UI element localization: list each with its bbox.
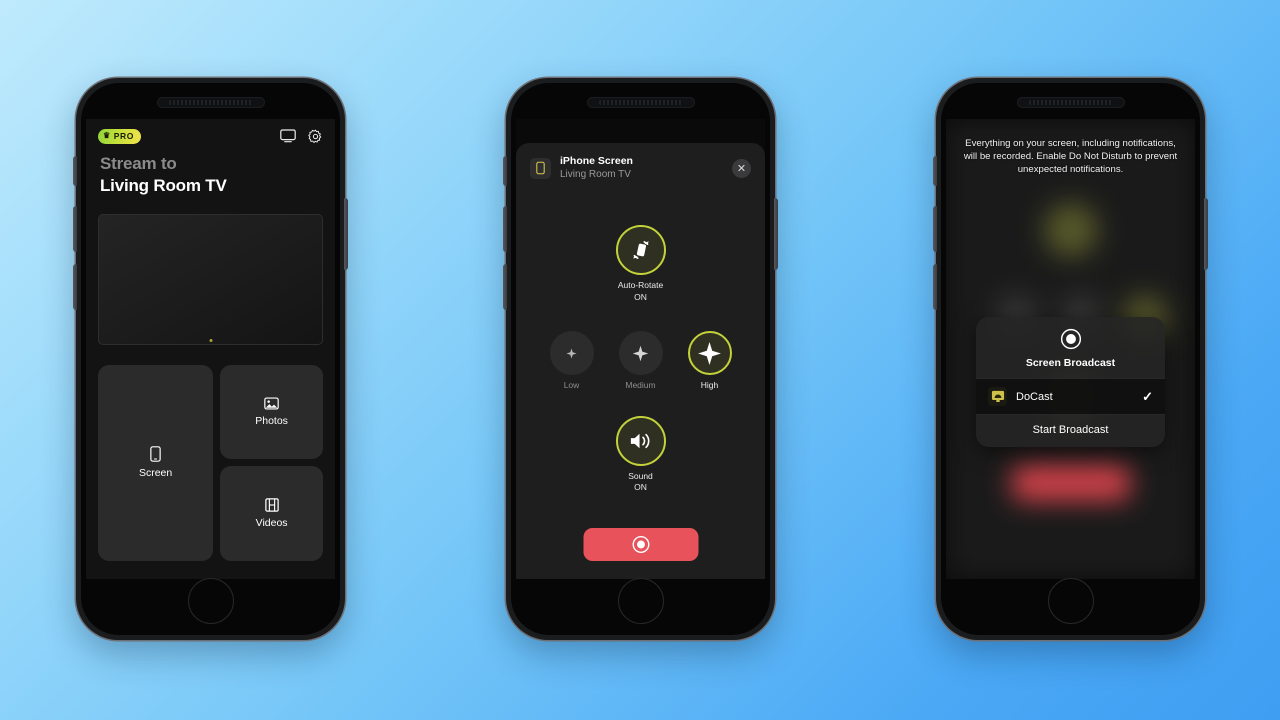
phone-icon [150,446,161,463]
earpiece-speaker [586,97,695,108]
tv-led-indicator [209,338,212,342]
tile-screen[interactable]: Screen [98,364,214,561]
phone-side-button-volume-up[interactable] [73,206,77,252]
home-button[interactable] [187,578,234,624]
app-home-screen: ♛ PRO Stream to Living Room TV Screen Ph… [86,119,335,579]
quality-medium-label: Medium [625,380,656,391]
record-button[interactable] [583,528,698,561]
mirroring-control-screen: iPhone Screen Living Room TV ✕ Auto-Rota… [516,119,765,579]
close-icon[interactable]: ✕ [732,158,751,178]
quality-high-button[interactable] [687,331,732,376]
earpiece-speaker [1016,97,1125,108]
phone-side-button-volume-up[interactable] [933,206,937,252]
auto-rotate-button[interactable] [615,225,666,276]
blurred-record-button [1011,465,1130,501]
tile-videos-label: Videos [255,517,288,530]
tile-photos[interactable]: Photos [220,364,323,460]
quality-option-medium[interactable]: Medium [618,331,663,391]
quality-option-low[interactable]: Low [549,331,594,391]
screen-broadcast-dialog: Screen Broadcast DoCast ✓ Start Broadcas… [976,317,1165,447]
quality-option-high[interactable]: High [687,331,732,391]
sound-control[interactable]: Sound ON [530,415,751,494]
page-title: Stream to Living Room TV [86,149,335,198]
broadcast-permission-screen: Everything on your screen, including not… [946,119,1195,579]
photo-icon [264,397,279,410]
phone-center-body: iPhone Screen Living Room TV ✕ Auto-Rota… [511,83,770,635]
gear-icon[interactable] [308,129,323,144]
sheet-title-group: iPhone Screen Living Room TV [560,155,723,181]
stream-to-label: Stream to [100,154,177,173]
crown-icon: ♛ [103,131,111,140]
source-tiles-column: Photos Videos [220,364,323,561]
tile-photos-label: Photos [255,415,288,428]
sheet-subtitle: Living Room TV [560,169,631,181]
tv-preview[interactable] [98,213,323,345]
pro-badge[interactable]: ♛ PRO [98,128,142,144]
phone-side-button-mute[interactable] [503,156,507,186]
phone-side-button-power[interactable] [1204,198,1208,270]
quality-low-label: Low [563,380,580,391]
sound-value: ON [634,482,647,492]
blurred-auto-rotate [1043,203,1098,257]
auto-rotate-control[interactable]: Auto-Rotate ON [530,225,751,303]
app-top-bar: ♛ PRO [86,119,335,149]
tv-icon[interactable] [280,129,296,143]
phone-side-button-volume-up[interactable] [503,206,507,252]
phone-side-button-power[interactable] [344,198,348,270]
film-icon [264,498,279,512]
tile-videos[interactable]: Videos [220,466,323,561]
phone-right-body: Everything on your screen, including not… [941,83,1200,635]
sparkle-icon [697,341,722,366]
phone-side-button-mute[interactable] [73,156,77,186]
record-icon [631,535,650,554]
broadcast-notice: Everything on your screen, including not… [963,138,1178,176]
phone-side-button-volume-down[interactable] [933,264,937,310]
sound-button[interactable] [615,415,666,466]
phone-side-button-volume-down[interactable] [73,264,77,310]
start-broadcast-button[interactable]: Start Broadcast [976,415,1165,447]
quality-selector: Low Medium High [530,331,751,391]
phone-center: iPhone Screen Living Room TV ✕ Auto-Rota… [503,78,778,640]
rotate-phone-icon [628,237,654,263]
docast-icon [988,387,1007,406]
device-name-label: Living Room TV [100,176,227,196]
source-tiles: Screen Photos Videos [98,364,323,561]
broadcast-app-row[interactable]: DoCast ✓ [976,378,1165,415]
control-sheet: iPhone Screen Living Room TV ✕ Auto-Rota… [516,143,765,579]
phone-side-button-power[interactable] [774,198,778,270]
sheet-title: iPhone Screen [560,155,633,167]
quality-medium-button[interactable] [618,331,663,376]
check-icon: ✓ [1142,388,1153,404]
home-button[interactable] [1047,578,1094,624]
broadcast-dialog-title: Screen Broadcast [1025,357,1116,369]
record-target-icon [976,328,1165,350]
broadcast-dialog-header: Screen Broadcast [976,317,1165,378]
quality-low-button[interactable] [549,331,594,376]
sparkle-icon [632,345,649,362]
sparkle-icon [566,348,577,359]
home-button[interactable] [617,578,664,624]
phone-screen-icon [530,157,551,179]
earpiece-speaker [156,97,265,108]
auto-rotate-value: ON [634,291,647,302]
sound-label: Sound [628,470,653,481]
auto-rotate-label: Auto-Rotate [617,280,664,291]
quality-high-label: High [700,380,719,391]
phone-right: Everything on your screen, including not… [933,78,1208,640]
tile-screen-label: Screen [138,467,173,480]
speaker-wave-icon [628,430,653,452]
pro-badge-label: PRO [113,131,135,141]
phone-side-button-mute[interactable] [933,156,937,186]
broadcast-app-name: DoCast [1016,390,1053,403]
phone-left: ♛ PRO Stream to Living Room TV Screen Ph… [73,78,348,640]
sheet-header: iPhone Screen Living Room TV ✕ [530,155,751,181]
phone-side-button-volume-down[interactable] [503,264,507,310]
phone-left-body: ♛ PRO Stream to Living Room TV Screen Ph… [81,83,340,635]
